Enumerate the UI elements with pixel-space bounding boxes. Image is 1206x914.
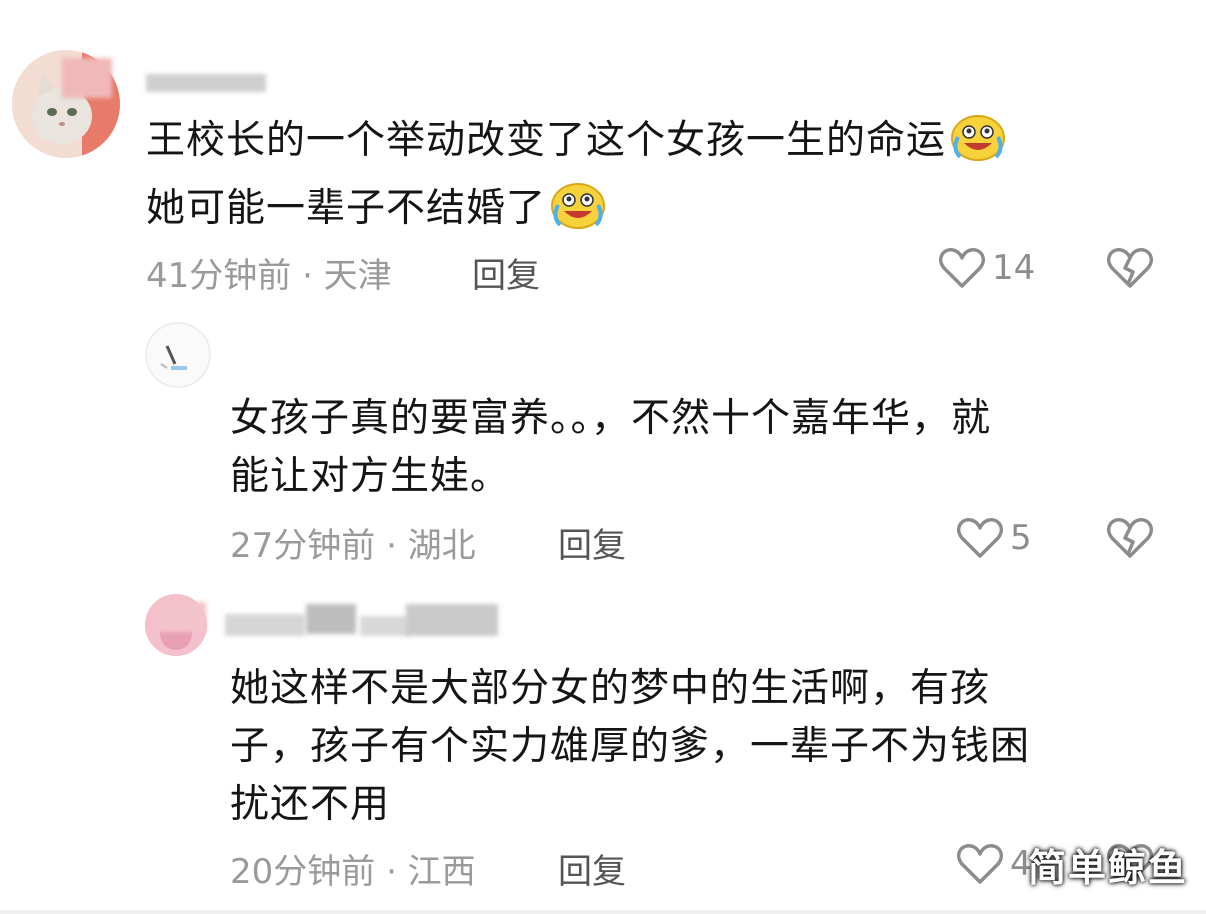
comment-line: 王校长的一个举动改变了这个女孩一生的命运: [146, 118, 947, 163]
comment-line: 女孩子真的要富养。。，不然十个嘉年华，就: [230, 396, 992, 441]
like-count: 5: [1010, 518, 1032, 558]
comment-text: 她这样不是大部分女的梦中的生活啊，有孩 子，孩子有个实力雄厚的爹，一辈子不为钱困…: [230, 660, 1030, 834]
comment-line: 子，孩子有个实力雄厚的爹，一辈子不为钱困: [230, 724, 1031, 769]
username-blur: [360, 616, 410, 636]
username[interactable]: [225, 614, 305, 636]
watermark: 简单鲸鱼: [1027, 846, 1188, 890]
like-count: 14: [992, 248, 1036, 288]
comment-line: 她这样不是大部分女的梦中的生活啊，有孩: [230, 666, 991, 711]
heart-outline-icon: [957, 844, 1003, 884]
avatar[interactable]: [145, 322, 211, 388]
sketch-avatar-image: [160, 345, 187, 370]
divider: [0, 910, 1206, 914]
reply-button[interactable]: 回复: [558, 844, 626, 893]
timestamp-location: 20分钟前 · 江西: [230, 852, 476, 892]
comment-text: 女孩子真的要富养。。，不然十个嘉年华，就 能让对方生娃。: [230, 390, 991, 506]
like-button[interactable]: 5: [956, 516, 1032, 560]
broken-heart-icon: [1107, 248, 1153, 288]
reply-button[interactable]: 回复: [558, 518, 626, 567]
crying-laughing-emoji: [950, 113, 1006, 180]
username-blur: [158, 602, 206, 632]
like-button[interactable]: 4: [956, 842, 1032, 886]
username-blur: [62, 58, 112, 98]
heart-outline-icon: [957, 518, 1003, 558]
username-blur: [306, 604, 356, 634]
username[interactable]: [146, 74, 266, 92]
dislike-button[interactable]: [1106, 246, 1154, 294]
timestamp-location: 41分钟前 · 天津: [146, 256, 392, 296]
comment-line: 扰还不用: [230, 782, 391, 827]
dislike-button[interactable]: [1106, 516, 1154, 564]
comment-line: 能让对方生娃。: [230, 454, 511, 499]
reply-button[interactable]: 回复: [472, 248, 540, 297]
crying-laughing-emoji: [550, 181, 606, 248]
username-blur: [406, 604, 498, 636]
comment-line: 她可能一辈子不结婚了: [146, 186, 547, 231]
like-button[interactable]: 14: [938, 246, 1035, 290]
timestamp-location: 27分钟前 · 湖北: [230, 526, 476, 566]
heart-outline-icon: [939, 248, 985, 288]
comment-text: 王校长的一个举动改变了这个女孩一生的命运 她可能一辈子不结婚了: [146, 112, 1006, 248]
broken-heart-icon: [1107, 518, 1153, 558]
